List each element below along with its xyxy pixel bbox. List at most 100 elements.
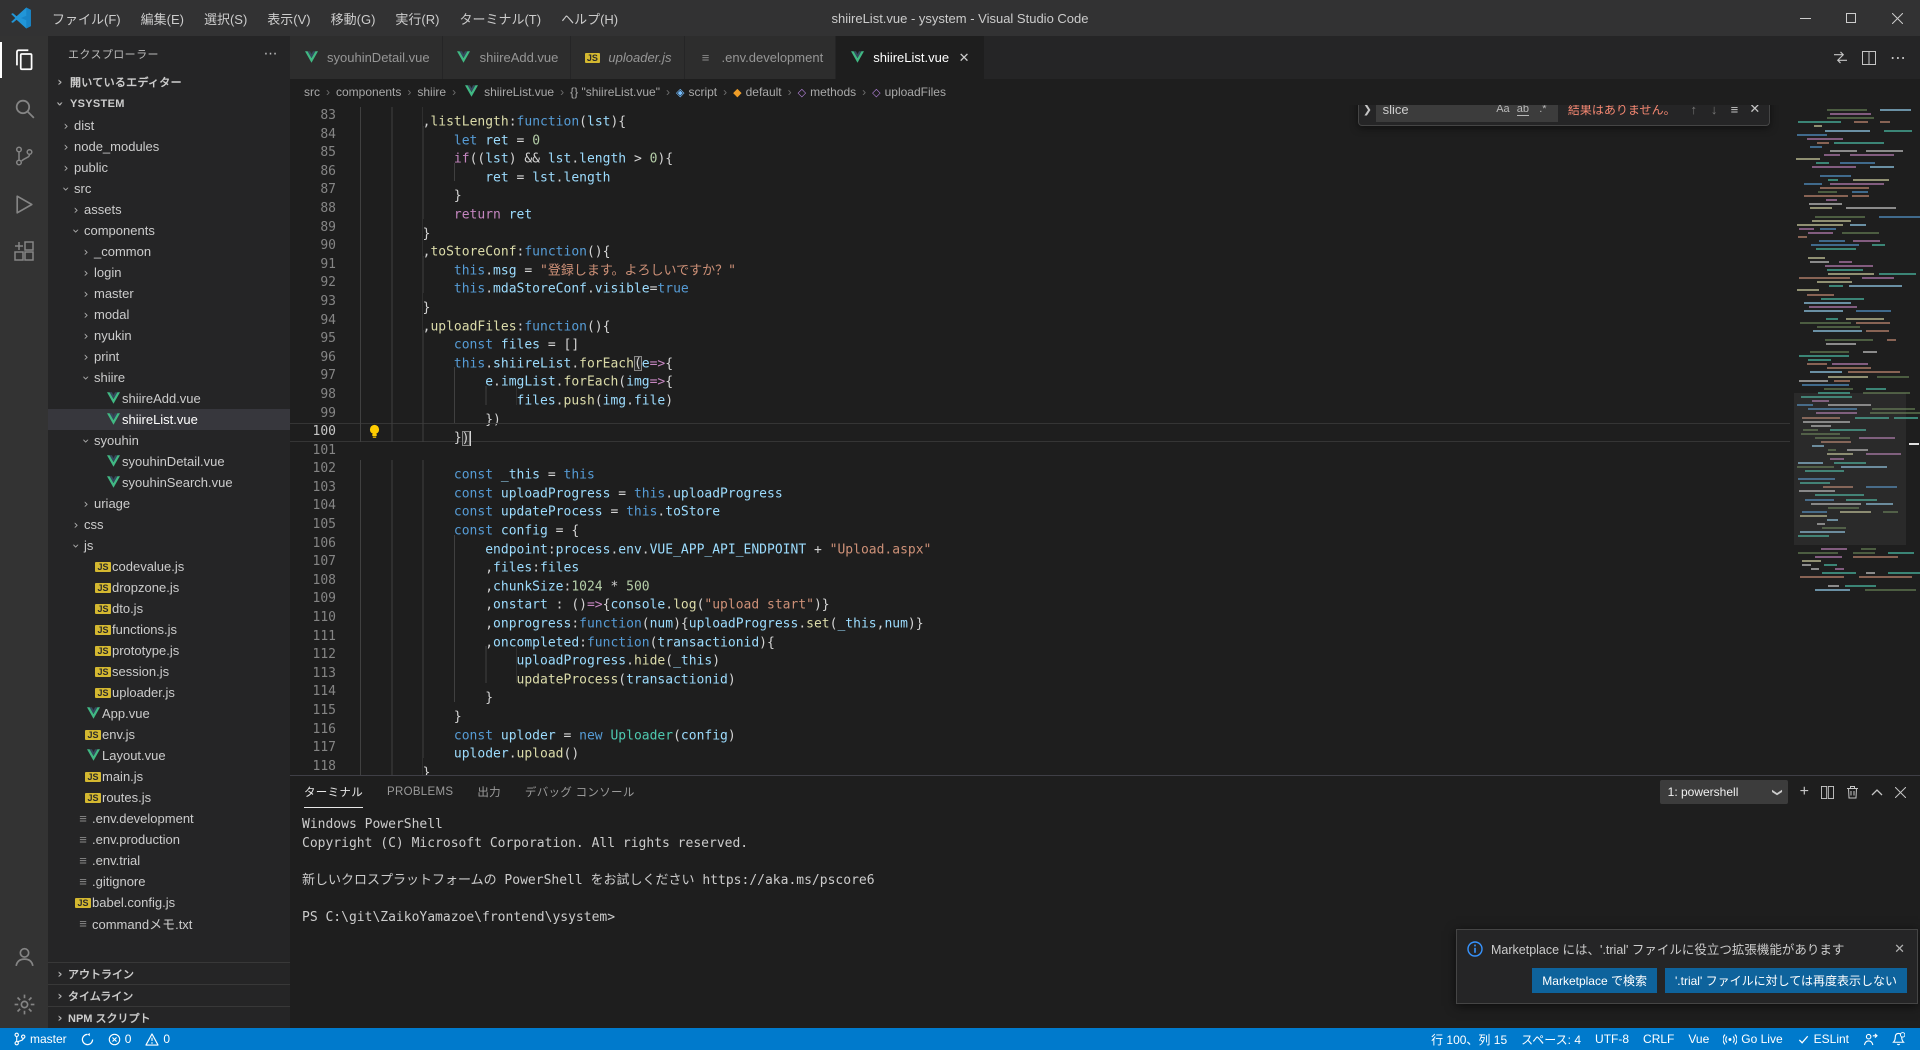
split-terminal-icon[interactable] xyxy=(1821,786,1834,799)
status-error[interactable]: 0 xyxy=(101,1032,139,1046)
overview-ruler[interactable] xyxy=(1906,105,1920,775)
tree-item-.gitignore[interactable]: ≡.gitignore xyxy=(48,871,290,892)
code-line-113[interactable]: 113updateProcess(transactionid) xyxy=(290,665,1790,684)
code-line-106[interactable]: 106endpoint:process.env.VUE_APP_API_ENDP… xyxy=(290,535,1790,554)
tree-item-uploader.js[interactable]: JSuploader.js xyxy=(48,682,290,703)
tree-item-components[interactable]: ›components xyxy=(48,220,290,241)
tree-item-.env.trial[interactable]: ≡.env.trial xyxy=(48,850,290,871)
tree-item-assets[interactable]: ›assets xyxy=(48,199,290,220)
code-line-91[interactable]: 91this.msg = "登録します。よろしいですか？" xyxy=(290,256,1790,275)
tree-item-css[interactable]: ›css xyxy=(48,514,290,535)
menu-edit[interactable]: 編集(E) xyxy=(131,0,194,36)
code-line-92[interactable]: 92this.mdaStoreConf.visible=true xyxy=(290,274,1790,293)
panel-tab-デバッグ コンソール[interactable]: デバッグ コンソール xyxy=(525,776,635,808)
status-warning[interactable]: 0 xyxy=(138,1032,177,1046)
menu-terminal[interactable]: ターミナル(T) xyxy=(449,0,551,36)
find-in-selection-icon[interactable]: ≡ xyxy=(1724,105,1744,120)
menu-help[interactable]: ヘルプ(H) xyxy=(551,0,628,36)
code-line-99[interactable]: 99}) xyxy=(290,405,1790,424)
tree-item-babel.config.js[interactable]: JSbabel.config.js xyxy=(48,892,290,913)
tree-item-src[interactable]: ›src xyxy=(48,178,290,199)
tab-shiireAdd.vue[interactable]: shiireAdd.vue xyxy=(443,36,572,79)
gear-icon[interactable] xyxy=(0,980,48,1028)
code-line-104[interactable]: 104const updateProcess = this.toStore xyxy=(290,497,1790,516)
code-line-89[interactable]: 89} xyxy=(290,219,1790,238)
breadcrumb-shiire[interactable]: shiire xyxy=(417,85,446,99)
find-next-icon[interactable]: ↓ xyxy=(1704,105,1724,120)
breadcrumb-src[interactable]: src xyxy=(304,85,320,99)
code-line-105[interactable]: 105const config = { xyxy=(290,516,1790,535)
panel-tab-出力[interactable]: 出力 xyxy=(477,776,501,808)
regex-icon[interactable]: .* xyxy=(1533,105,1553,119)
tree-item-command.txt[interactable]: ≡commandメモ.txt xyxy=(48,913,290,934)
code-line-87[interactable]: 87} xyxy=(290,181,1790,200)
breadcrumb-default[interactable]: ◆default xyxy=(733,85,782,99)
sidebar-section-タイムライン[interactable]: ›タイムライン xyxy=(48,984,290,1006)
search-icon[interactable] xyxy=(0,84,48,132)
code-line-110[interactable]: 110,onprogress:function(num){uploadProgr… xyxy=(290,609,1790,628)
terminal-output[interactable]: Windows PowerShellCopyright (C) Microsof… xyxy=(290,808,1920,927)
tree-item-print[interactable]: ›print xyxy=(48,346,290,367)
tree-item-_common[interactable]: ›_common xyxy=(48,241,290,262)
tree-item-js[interactable]: ›js xyxy=(48,535,290,556)
status-branch[interactable]: master xyxy=(6,1032,74,1046)
lightbulb-icon[interactable] xyxy=(368,424,382,440)
tree-item-nyukin[interactable]: ›nyukin xyxy=(48,325,290,346)
close-panel-icon[interactable] xyxy=(1895,787,1906,798)
tab-syouhinDetail.vue[interactable]: syouhinDetail.vue xyxy=(290,36,443,79)
tree-item-.env.development[interactable]: ≡.env.development xyxy=(48,808,290,829)
tree-item-codevalue.js[interactable]: JScodevalue.js xyxy=(48,556,290,577)
status-utf-8[interactable]: UTF-8 xyxy=(1588,1032,1636,1046)
code-line-98[interactable]: 98files.push(img.file) xyxy=(290,386,1790,405)
panel-tab-ターミナル[interactable]: ターミナル xyxy=(304,776,363,808)
code-line-85[interactable]: 85if((lst) && lst.length > 0){ xyxy=(290,144,1790,163)
code-line-96[interactable]: 96this.shiireList.forEach(e=>{ xyxy=(290,349,1790,368)
maximize-panel-icon[interactable] xyxy=(1871,788,1883,796)
close-button[interactable] xyxy=(1874,0,1920,36)
tree-item-shiire[interactable]: ›shiire xyxy=(48,367,290,388)
status-vue[interactable]: Vue xyxy=(1681,1032,1716,1046)
breadcrumb-uploadFiles[interactable]: ◇uploadFiles xyxy=(872,85,946,99)
code-line-116[interactable]: 116const uploder = new Uploader(config) xyxy=(290,721,1790,740)
kill-terminal-icon[interactable] xyxy=(1846,785,1859,799)
menu-go[interactable]: 移動(G) xyxy=(321,0,386,36)
maximize-button[interactable] xyxy=(1828,0,1874,36)
tree-item-shiireList.vue[interactable]: shiireList.vue xyxy=(48,409,290,430)
notification-button[interactable]: '.trial' ファイルに対しては再度表示しない xyxy=(1665,968,1907,993)
code-line-112[interactable]: 112uploadProgress.hide(_this) xyxy=(290,646,1790,665)
code-line-95[interactable]: 95const files = [] xyxy=(290,330,1790,349)
tree-item-master[interactable]: ›master xyxy=(48,283,290,304)
source-control-icon[interactable] xyxy=(0,132,48,180)
menu-selection[interactable]: 選択(S) xyxy=(194,0,257,36)
breadcrumb-methods[interactable]: ◇methods xyxy=(798,85,857,99)
open-editors-section[interactable]: › 開いているエディター xyxy=(48,71,290,93)
code-line-117[interactable]: 117uploder.upload() xyxy=(290,739,1790,758)
tree-item-syouhin[interactable]: ›syouhin xyxy=(48,430,290,451)
code-line-86[interactable]: 86ret = lst.length xyxy=(290,163,1790,182)
tree-item-dropzone.js[interactable]: JSdropzone.js xyxy=(48,577,290,598)
sidebar-more-actions[interactable]: ⋯ xyxy=(264,45,278,62)
tab-uploader.js[interactable]: JSuploader.js xyxy=(571,36,684,79)
status-feedback[interactable] xyxy=(1856,1033,1885,1046)
tree-item-uriage[interactable]: ›uriage xyxy=(48,493,290,514)
notification-button[interactable]: Marketplace で検索 xyxy=(1532,968,1657,993)
tree-item-login[interactable]: ›login xyxy=(48,262,290,283)
sidebar-section-NPM スクリプト[interactable]: ›NPM スクリプト xyxy=(48,1006,290,1028)
tree-item-prototype.js[interactable]: JSprototype.js xyxy=(48,640,290,661)
code-line-111[interactable]: 111,oncompleted:function(transactionid){ xyxy=(290,628,1790,647)
tree-item-shiireAdd.vue[interactable]: shiireAdd.vue xyxy=(48,388,290,409)
close-find-icon[interactable]: ✕ xyxy=(1745,105,1765,120)
status-------4[interactable]: スペース: 4 xyxy=(1514,1031,1588,1048)
status-bell[interactable] xyxy=(1885,1032,1912,1046)
tab-shiireList.vue[interactable]: shiireList.vue✕ xyxy=(836,36,985,79)
tree-item-syouhinDetail.vue[interactable]: syouhinDetail.vue xyxy=(48,451,290,472)
menu-view[interactable]: 表示(V) xyxy=(257,0,320,36)
code-line-118[interactable]: 118} xyxy=(290,758,1790,775)
code-line-115[interactable]: 115} xyxy=(290,702,1790,721)
extensions-icon[interactable] xyxy=(0,228,48,276)
toggle-replace-icon[interactable]: ❯ xyxy=(1359,105,1376,125)
minimize-button[interactable] xyxy=(1782,0,1828,36)
match-case-icon[interactable]: Aa xyxy=(1493,105,1513,119)
new-terminal-icon[interactable]: + xyxy=(1800,783,1809,801)
tree-item-session.js[interactable]: JSsession.js xyxy=(48,661,290,682)
